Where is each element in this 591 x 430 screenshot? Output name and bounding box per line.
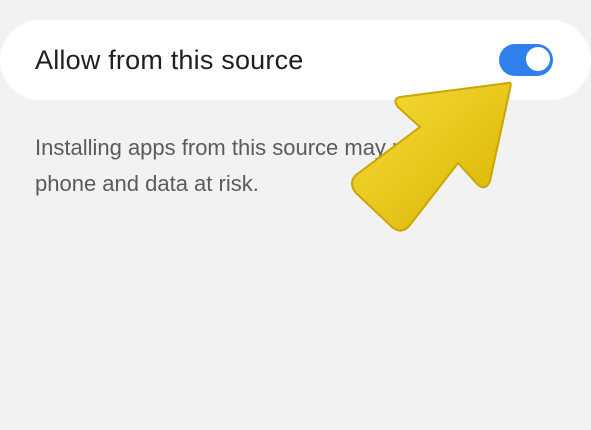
settings-screen: Allow from this source Installing apps f… — [0, 0, 591, 430]
arrow-pointer-icon — [351, 81, 512, 232]
allow-from-source-label: Allow from this source — [35, 45, 304, 75]
allow-from-source-toggle[interactable] — [499, 44, 553, 76]
toggle-knob — [524, 45, 552, 73]
